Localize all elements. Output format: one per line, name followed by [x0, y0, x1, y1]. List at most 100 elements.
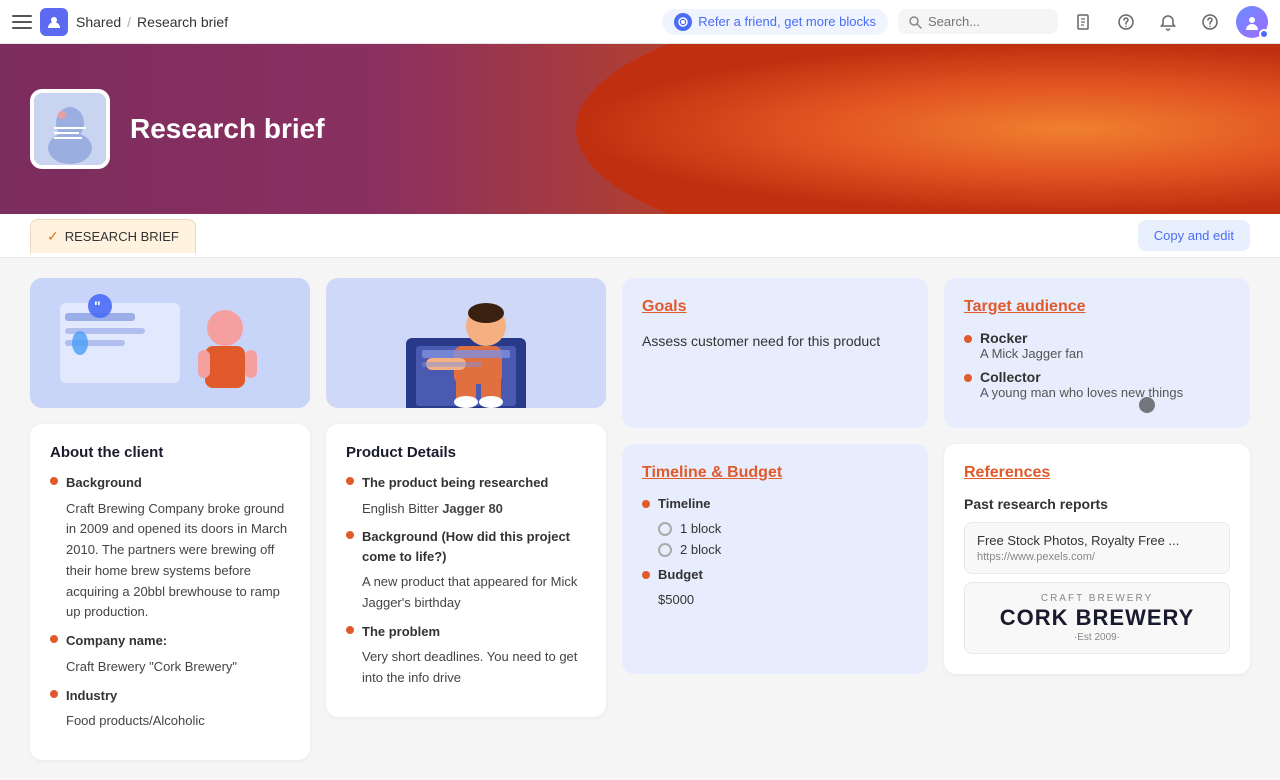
audience-rocker-sub: A Mick Jagger fan [980, 346, 1083, 361]
product-researched-section: The product being researched [346, 473, 586, 493]
product-details-card: Product Details The product being resear… [326, 424, 606, 717]
radio-1-block-circle[interactable] [658, 522, 672, 536]
company-label: Company name: [66, 631, 167, 651]
copy-edit-button[interactable]: Copy and edit [1138, 220, 1250, 251]
cork-brewery-sub: CRAFT BREWERY [977, 593, 1217, 604]
budget-item: Budget [642, 567, 908, 582]
reference-item-pexels[interactable]: Free Stock Photos, Royalty Free ... http… [964, 522, 1230, 574]
product-researched-dot [346, 477, 354, 485]
main-content: " About the client Background Craft Brew… [0, 258, 1280, 780]
product-problem-label: The problem [362, 622, 440, 642]
header-avatar-image [34, 93, 106, 165]
tab-label: RESEARCH BRIEF [65, 229, 179, 244]
timeline-item: Timeline [642, 496, 908, 511]
timeline-label: Timeline [658, 496, 711, 511]
budget-label: Budget [658, 567, 703, 582]
references-card: References Past research reports Free St… [944, 444, 1250, 674]
svg-text:": " [94, 298, 101, 314]
page-title: Research brief [130, 113, 325, 145]
timeline-options: 1 block 2 block [658, 521, 908, 557]
radio-2-block-circle[interactable] [658, 543, 672, 557]
product-researched-label: The product being researched [362, 473, 548, 493]
page-header: Research brief [0, 44, 1280, 214]
company-section: Company name: [50, 631, 290, 651]
product-problem-section: The problem [346, 622, 586, 642]
radio-1-block-label: 1 block [680, 521, 721, 536]
radio-2-block-label: 2 block [680, 542, 721, 557]
menu-icon[interactable] [12, 12, 32, 32]
industry-label: Industry [66, 686, 117, 706]
refer-icon [674, 13, 692, 31]
industry-text: Food products/Alcoholic [66, 711, 290, 732]
timeline-budget-title: Timeline & Budget [642, 464, 908, 482]
cork-brewery-name: CORK BREWERY [977, 606, 1217, 630]
product-problem-text: Very short deadlines. You need to get in… [362, 647, 586, 689]
refer-banner[interactable]: Refer a friend, get more blocks [662, 9, 888, 35]
header-avatar [30, 89, 110, 169]
question-icon-btn[interactable] [1194, 6, 1226, 38]
breadcrumb: Shared / Research brief [76, 14, 228, 30]
product-illustration [326, 278, 606, 408]
audience-item-collector: Collector A young man who loves new thin… [964, 369, 1230, 400]
goals-text: Assess customer need for this product [642, 330, 908, 352]
target-audience-card: Target audience Rocker A Mick Jagger fan… [944, 278, 1250, 428]
background-dot [50, 477, 58, 485]
product-background-dot [346, 531, 354, 539]
radio-1-block[interactable]: 1 block [658, 521, 908, 536]
search-input[interactable] [928, 14, 1028, 29]
background-text: Craft Brewing Company broke ground in 20… [66, 499, 290, 624]
tab-research-brief[interactable]: ✓ RESEARCH BRIEF [30, 219, 196, 253]
avatar[interactable] [1236, 6, 1268, 38]
help-icon-btn[interactable] [1110, 6, 1142, 38]
budget-dot [642, 571, 650, 579]
timeline-budget-card: Timeline & Budget Timeline 1 block 2 blo… [622, 444, 928, 674]
background-section: Background [50, 473, 290, 493]
audience-dot-collector [964, 374, 972, 382]
budget-amount: $5000 [658, 592, 908, 607]
audience-collector-sub: A young man who loves new things [980, 385, 1183, 400]
goals-title: Goals [642, 298, 908, 316]
nav-left: Shared / Research brief [12, 8, 654, 36]
product-details-title: Product Details [346, 444, 586, 461]
reference-pexels-title: Free Stock Photos, Royalty Free ... [977, 533, 1217, 548]
product-problem-dot [346, 626, 354, 634]
bell-icon-btn[interactable] [1152, 6, 1184, 38]
target-audience-title: Target audience [964, 298, 1230, 316]
search-icon [908, 15, 922, 29]
about-client-card: About the client Background Craft Brewin… [30, 424, 310, 760]
col-middle: Product Details The product being resear… [326, 278, 606, 760]
product-background-label: Background (How did this project come to… [362, 527, 586, 566]
search-bar[interactable] [898, 9, 1058, 34]
col-left: " About the client Background Craft Brew… [30, 278, 310, 760]
audience-collector-main: Collector [980, 369, 1183, 385]
top-navigation: Shared / Research brief Refer a friend, … [0, 0, 1280, 44]
audience-item-rocker: Rocker A Mick Jagger fan [964, 330, 1230, 361]
cork-brewery-card[interactable]: CRAFT BREWERY CORK BREWERY ·Est 2009· [964, 582, 1230, 654]
right-grid: Goals Assess customer need for this prod… [622, 278, 1250, 674]
tabs: ✓ RESEARCH BRIEF [30, 219, 196, 253]
reference-pexels-url: https://www.pexels.com/ [977, 551, 1217, 563]
avatar-dot [1259, 29, 1269, 39]
references-title: References [964, 464, 1230, 482]
header-swirl [576, 44, 1280, 214]
industry-section: Industry [50, 686, 290, 706]
industry-dot [50, 690, 58, 698]
radio-2-block[interactable]: 2 block [658, 542, 908, 557]
product-researched-text: English Bitter Jagger 80 [362, 499, 586, 520]
tab-bar: ✓ RESEARCH BRIEF Copy and edit [0, 214, 1280, 258]
audience-dot-rocker [964, 335, 972, 343]
product-background-section: Background (How did this project come to… [346, 527, 586, 566]
audience-rocker-main: Rocker [980, 330, 1083, 346]
doc-icon-btn[interactable] [1068, 6, 1100, 38]
workspace-icon[interactable] [40, 8, 68, 36]
tab-check-icon: ✓ [47, 228, 59, 245]
breadcrumb-shared[interactable]: Shared [76, 14, 121, 30]
breadcrumb-current: Research brief [137, 14, 228, 30]
background-label: Background [66, 473, 142, 493]
breadcrumb-separator: / [127, 14, 131, 30]
goals-card: Goals Assess customer need for this prod… [622, 278, 928, 428]
product-background-text: A new product that appeared for Mick Jag… [362, 572, 586, 614]
timeline-dot [642, 500, 650, 508]
refer-text: Refer a friend, get more blocks [698, 14, 876, 29]
past-reports-title: Past research reports [964, 496, 1230, 512]
